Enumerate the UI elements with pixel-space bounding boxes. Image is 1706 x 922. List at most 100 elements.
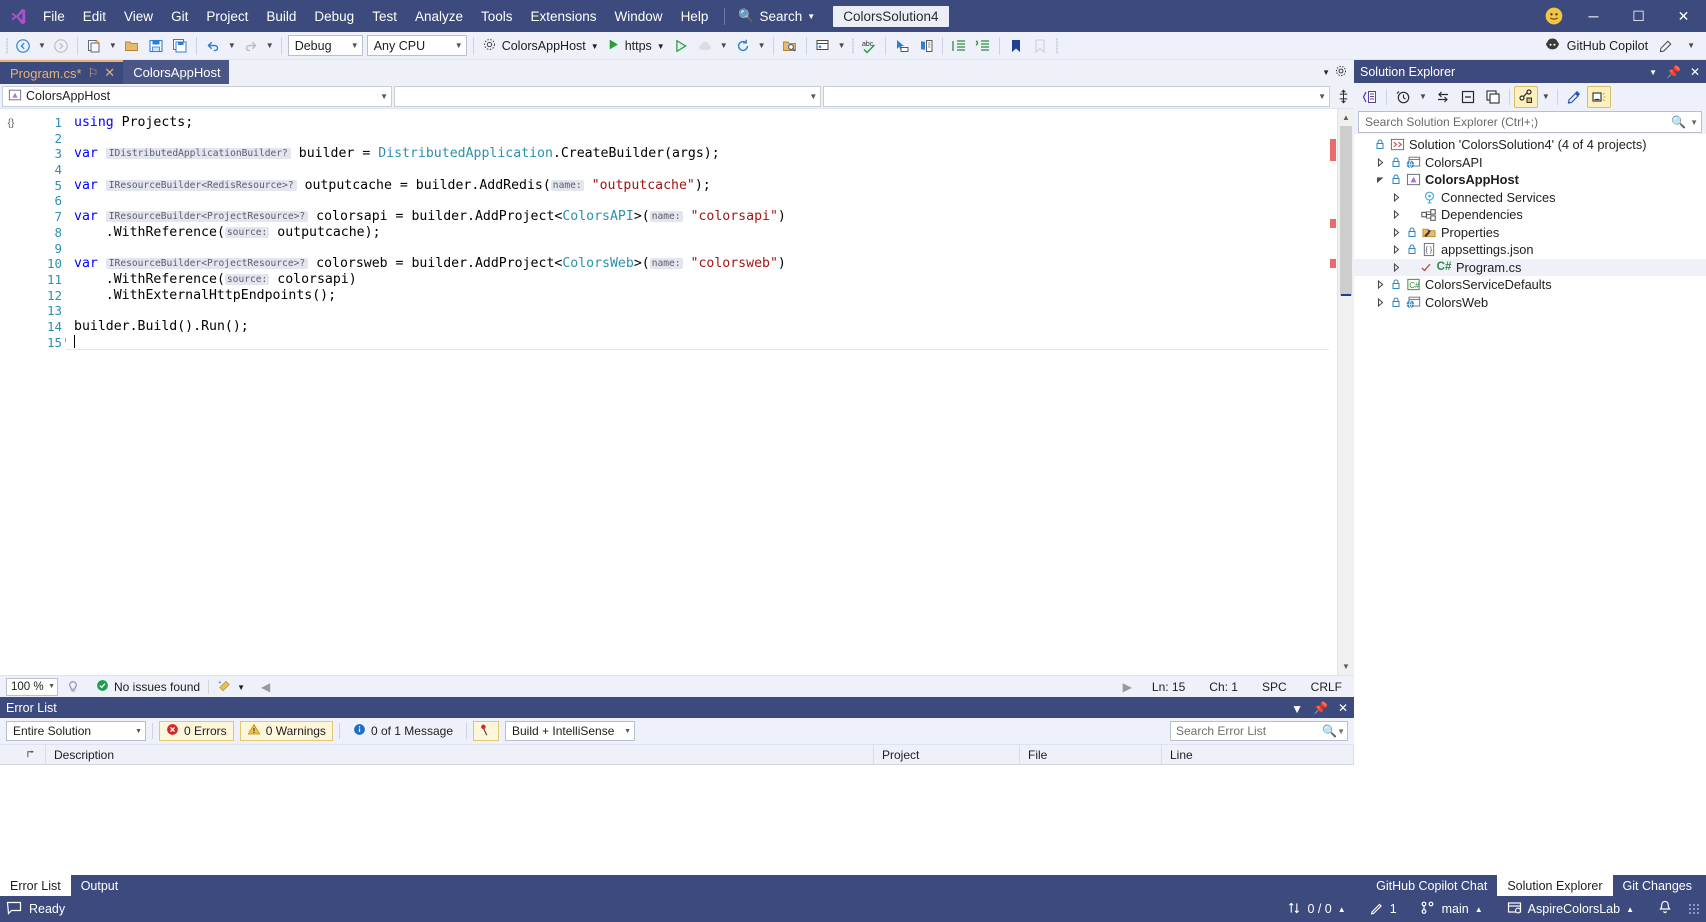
code-line[interactable]	[66, 162, 1329, 178]
member-selector-combo[interactable]: ▼	[823, 86, 1330, 107]
pin-icon[interactable]: ⚐	[88, 66, 99, 80]
chevron-right-icon[interactable]	[1374, 158, 1387, 167]
undo-dropdown-icon[interactable]: ▼	[225, 41, 239, 50]
solution-explorer-filter-icon[interactable]	[1514, 86, 1538, 108]
error-marker[interactable]	[1330, 139, 1336, 161]
source-control-sync[interactable]: 0 / 0 ▲	[1276, 896, 1357, 922]
pin-icon[interactable]: 📌	[1313, 702, 1328, 714]
restart-icon[interactable]	[731, 34, 755, 58]
chevron-right-icon[interactable]	[1390, 210, 1403, 219]
minimize-button[interactable]: ─	[1571, 0, 1616, 32]
show-all-files-icon[interactable]	[1481, 86, 1505, 108]
save-all-icon[interactable]	[168, 34, 192, 58]
user-avatar[interactable]	[1537, 6, 1571, 26]
menu-git[interactable]: Git	[162, 0, 197, 32]
close-icon[interactable]: ✕	[104, 65, 115, 81]
search-icon[interactable]: 🔍	[1322, 724, 1337, 738]
footer-tab-github-copilot-chat[interactable]: GitHub Copilot Chat	[1366, 875, 1497, 896]
change-marker[interactable]	[1330, 219, 1336, 228]
toolbar-overflow-grip[interactable]	[848, 37, 857, 55]
save-icon[interactable]	[144, 34, 168, 58]
toolbar-grip[interactable]	[2, 37, 11, 55]
tree-item[interactable]: Solution 'ColorsSolution4' (4 of 4 proje…	[1354, 136, 1706, 154]
menu-project[interactable]: Project	[197, 0, 257, 32]
uncomment-lines-icon[interactable]	[971, 34, 995, 58]
tree-item[interactable]: { }appsettings.json	[1354, 241, 1706, 259]
column-sort-indicator[interactable]	[0, 745, 46, 765]
branch-selector[interactable]: main ▲	[1409, 896, 1495, 922]
navigate-backward-dropdown-icon[interactable]: ▼	[35, 41, 49, 50]
tree-item[interactable]: Dependencies	[1354, 206, 1706, 224]
line-ending-indicator[interactable]: CRLF	[1299, 680, 1354, 694]
code-line[interactable]: .WithReference(source: colorsapi)	[66, 272, 1329, 288]
dock-tab-output[interactable]: Output	[71, 875, 129, 896]
issues-status[interactable]: No issues found	[88, 679, 208, 695]
tree-item[interactable]: Properties	[1354, 224, 1706, 242]
chevron-down-icon[interactable]: ▼	[1686, 119, 1698, 127]
pending-changes-filter-icon[interactable]	[1391, 86, 1415, 108]
warnings-filter-toggle[interactable]: 0 Warnings	[240, 721, 333, 741]
tab-list-chevron-down-icon[interactable]: ▼	[1322, 69, 1330, 77]
error-list-rows[interactable]	[0, 765, 1354, 875]
open-file-icon[interactable]	[120, 34, 144, 58]
code-line[interactable]	[66, 335, 1329, 351]
intellisense-toggle[interactable]	[58, 680, 88, 694]
code-line[interactable]: var IResourceBuilder<RedisResource>? out…	[66, 178, 1329, 194]
pending-changes[interactable]: 1	[1358, 896, 1409, 922]
collapse-all-outlining-icon[interactable]: {}	[0, 119, 22, 129]
start-debugging-button[interactable]: https ▼	[603, 34, 669, 58]
code-line[interactable]: var IDistributedApplicationBuilder? buil…	[66, 146, 1329, 162]
maximize-button[interactable]: ☐	[1616, 0, 1661, 32]
pending-changes-dropdown-icon[interactable]: ▼	[1416, 92, 1430, 101]
menu-window[interactable]: Window	[606, 0, 672, 32]
error-list-search-input[interactable]: Search Error List 🔍 ▼	[1170, 721, 1348, 741]
select-element-icon[interactable]	[890, 34, 914, 58]
undo-icon[interactable]	[201, 34, 225, 58]
tab-program-cs[interactable]: Program.cs* ⚐ ✕	[0, 60, 123, 84]
copilot-dropdown-icon[interactable]: ▼	[1684, 41, 1698, 50]
repository-selector[interactable]: AspireColorsLab ▲	[1495, 896, 1646, 922]
chevron-right-icon[interactable]	[1390, 193, 1403, 202]
window-layout-icon[interactable]	[811, 34, 835, 58]
start-without-debugging-icon[interactable]	[669, 34, 693, 58]
menu-build[interactable]: Build	[257, 0, 305, 32]
code-text-surface[interactable]: using Projects;var IDistributedApplicati…	[66, 109, 1329, 675]
spellcheck-icon[interactable]: abc	[857, 34, 881, 58]
menu-tools[interactable]: Tools	[472, 0, 522, 32]
comment-lines-icon[interactable]	[947, 34, 971, 58]
type-selector-combo[interactable]: ▼	[394, 86, 821, 107]
chevron-down-icon[interactable]: ▼	[1337, 728, 1345, 736]
errors-filter-toggle[interactable]: 0 Errors	[159, 721, 234, 741]
new-project-dropdown-icon[interactable]: ▼	[106, 41, 120, 50]
error-scope-select[interactable]: Entire Solution ▼	[6, 721, 146, 741]
dock-tab-error-list[interactable]: Error List	[0, 875, 71, 896]
indentation-indicator[interactable]: SPC	[1250, 680, 1299, 694]
solution-explorer-search-input[interactable]: Search Solution Explorer (Ctrl+;) 🔍 ▼	[1358, 111, 1702, 133]
scroll-up-icon[interactable]: ▲	[1338, 109, 1354, 126]
error-code-filter-toggle[interactable]	[473, 721, 499, 741]
search-in-files-icon[interactable]	[778, 34, 802, 58]
window-layout-dropdown-icon[interactable]: ▼	[835, 41, 849, 50]
scroll-down-icon[interactable]: ▼	[1338, 658, 1354, 675]
menu-extensions[interactable]: Extensions	[522, 0, 606, 32]
scrollbar-track[interactable]	[1338, 126, 1354, 658]
chevron-right-icon[interactable]	[1374, 298, 1387, 307]
column-line[interactable]: Line	[1162, 745, 1354, 765]
menu-file[interactable]: File	[34, 0, 74, 32]
code-editor[interactable]: {} 123456789101112131415 using Projects;…	[0, 109, 1354, 675]
vertical-scrollbar[interactable]: ▲ ▼	[1337, 109, 1354, 675]
notifications-button[interactable]	[1646, 896, 1684, 922]
search-icon[interactable]: 🔍	[1671, 115, 1686, 129]
code-line[interactable]	[66, 241, 1329, 257]
menu-view[interactable]: View	[115, 0, 162, 32]
close-icon[interactable]: ✕	[1338, 702, 1348, 714]
footer-tab-git-changes[interactable]: Git Changes	[1613, 875, 1702, 896]
menu-analyze[interactable]: Analyze	[406, 0, 472, 32]
code-line[interactable]	[66, 131, 1329, 147]
editor-settings-gear-icon[interactable]	[1334, 64, 1348, 81]
sync-with-active-document-icon[interactable]	[1431, 86, 1455, 108]
change-marker[interactable]	[1330, 259, 1336, 268]
copilot-settings-icon[interactable]	[1654, 34, 1678, 58]
toolbar-overflow-grip-2[interactable]	[1052, 37, 1061, 55]
scrollbar-thumb[interactable]	[1340, 126, 1352, 296]
